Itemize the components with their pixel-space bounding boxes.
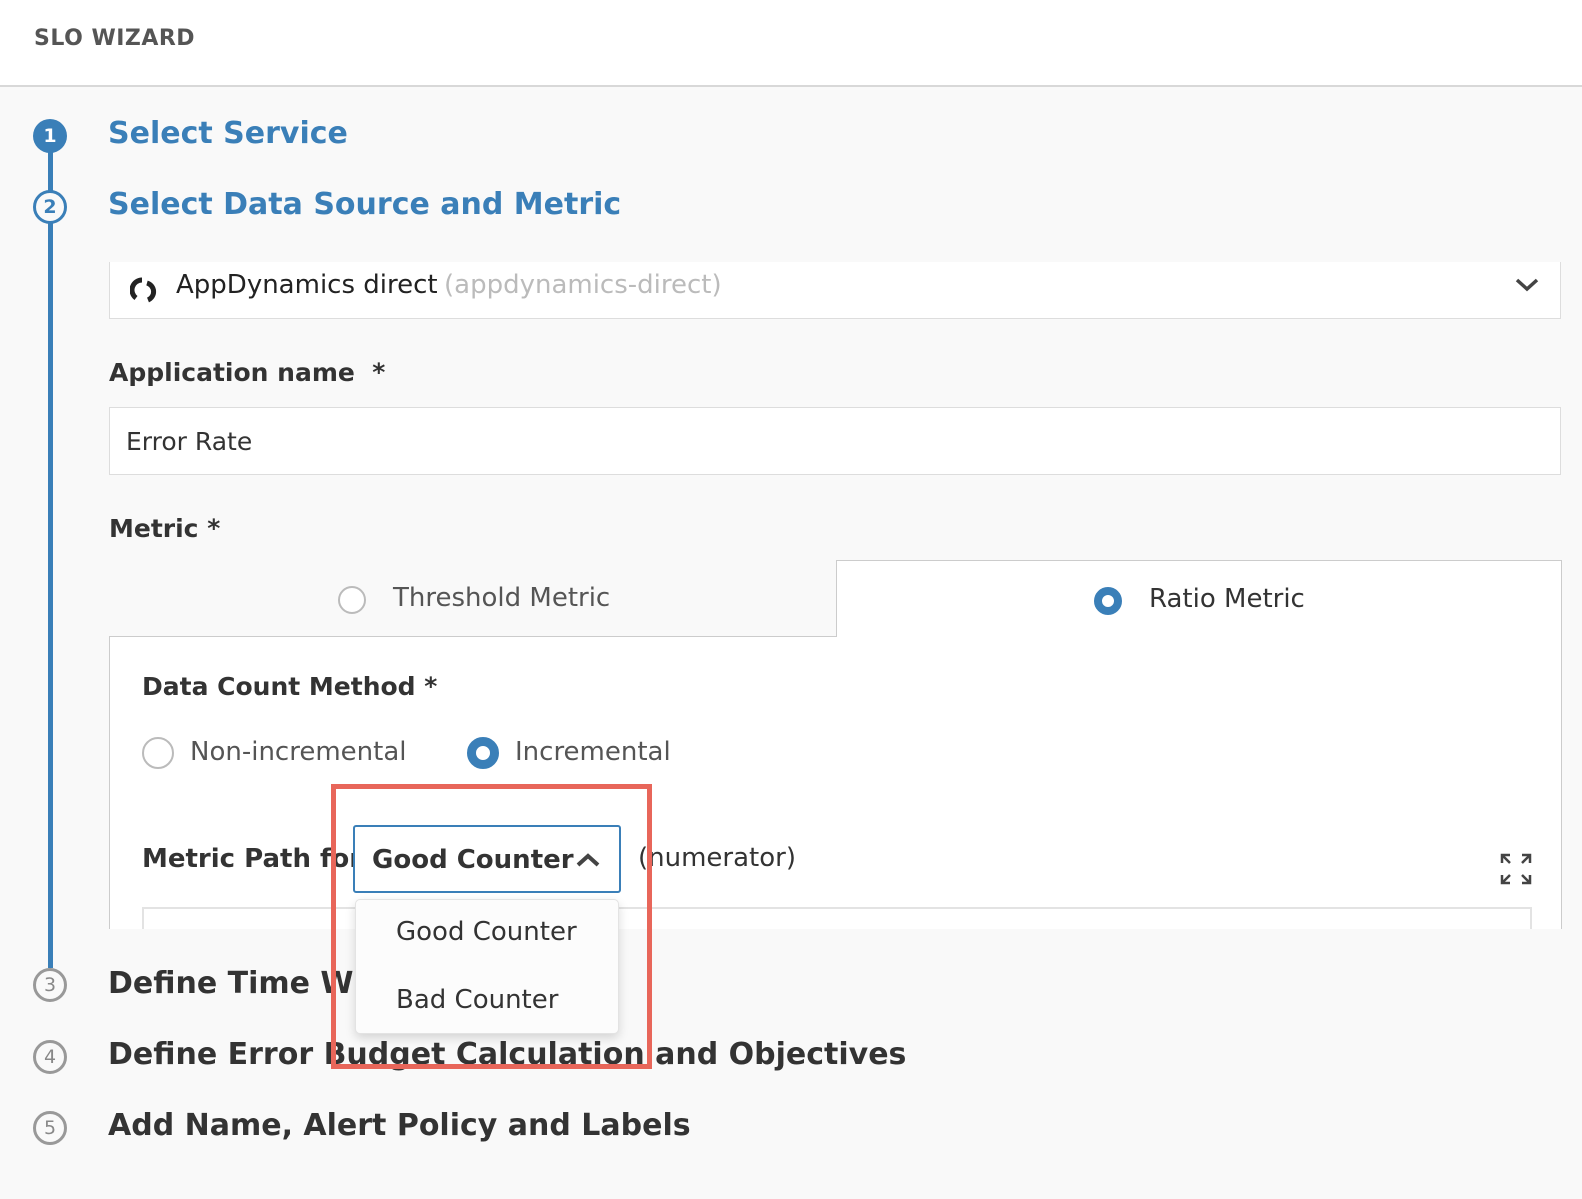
step-2-indicator: 2	[33, 190, 67, 224]
wizard-header: SLO WIZARD	[0, 0, 1582, 87]
ratio-metric-label: Ratio Metric	[1149, 584, 1305, 614]
metric-path-label: Metric Path for	[142, 844, 363, 874]
data-source-id: (appdynamics-direct)	[444, 270, 722, 300]
data-source-name: AppDynamics direct	[176, 270, 438, 300]
step-5-indicator: 5	[33, 1111, 67, 1145]
step-3-indicator: 3	[33, 968, 67, 1002]
appdynamics-logo-icon	[130, 277, 157, 303]
metric-label: Metric *	[109, 514, 221, 543]
non-incremental-label: Non-incremental	[190, 737, 407, 767]
data-source-select[interactable]: AppDynamics direct (appdynamics-direct)	[109, 262, 1561, 319]
application-name-input[interactable]: Error Rate	[109, 407, 1561, 475]
expand-icon[interactable]	[1500, 853, 1532, 885]
tab-ratio-metric[interactable]: Ratio Metric	[836, 560, 1562, 638]
step-1-title[interactable]: Select Service	[108, 116, 348, 151]
threshold-metric-radio[interactable]	[338, 586, 366, 614]
step-5-title: Add Name, Alert Policy and Labels	[108, 1108, 691, 1143]
tab-threshold-metric[interactable]: Threshold Metric	[109, 561, 837, 637]
incremental-radio[interactable]	[467, 737, 499, 769]
step-2-title: Select Data Source and Metric	[108, 187, 622, 222]
data-count-method-label: Data Count Method *	[142, 672, 438, 701]
progress-line-end	[48, 929, 53, 968]
chevron-down-icon	[1515, 278, 1539, 292]
non-incremental-radio[interactable]	[142, 737, 174, 769]
metric-path-suffix: (numerator)	[638, 843, 796, 873]
application-name-label: Application name *	[109, 358, 386, 387]
application-name-value: Error Rate	[126, 427, 253, 456]
wizard-title: SLO WIZARD	[34, 26, 196, 51]
incremental-label: Incremental	[515, 737, 671, 767]
ratio-metric-radio[interactable]	[1094, 587, 1122, 615]
ratio-metric-panel: Data Count Method * Non-incremental Incr…	[109, 637, 1562, 937]
progress-line	[48, 150, 53, 968]
highlight-annotation	[331, 784, 652, 1069]
step-1-indicator: 1	[33, 119, 67, 153]
threshold-metric-label: Threshold Metric	[393, 583, 611, 613]
step-4-indicator: 4	[33, 1040, 67, 1074]
